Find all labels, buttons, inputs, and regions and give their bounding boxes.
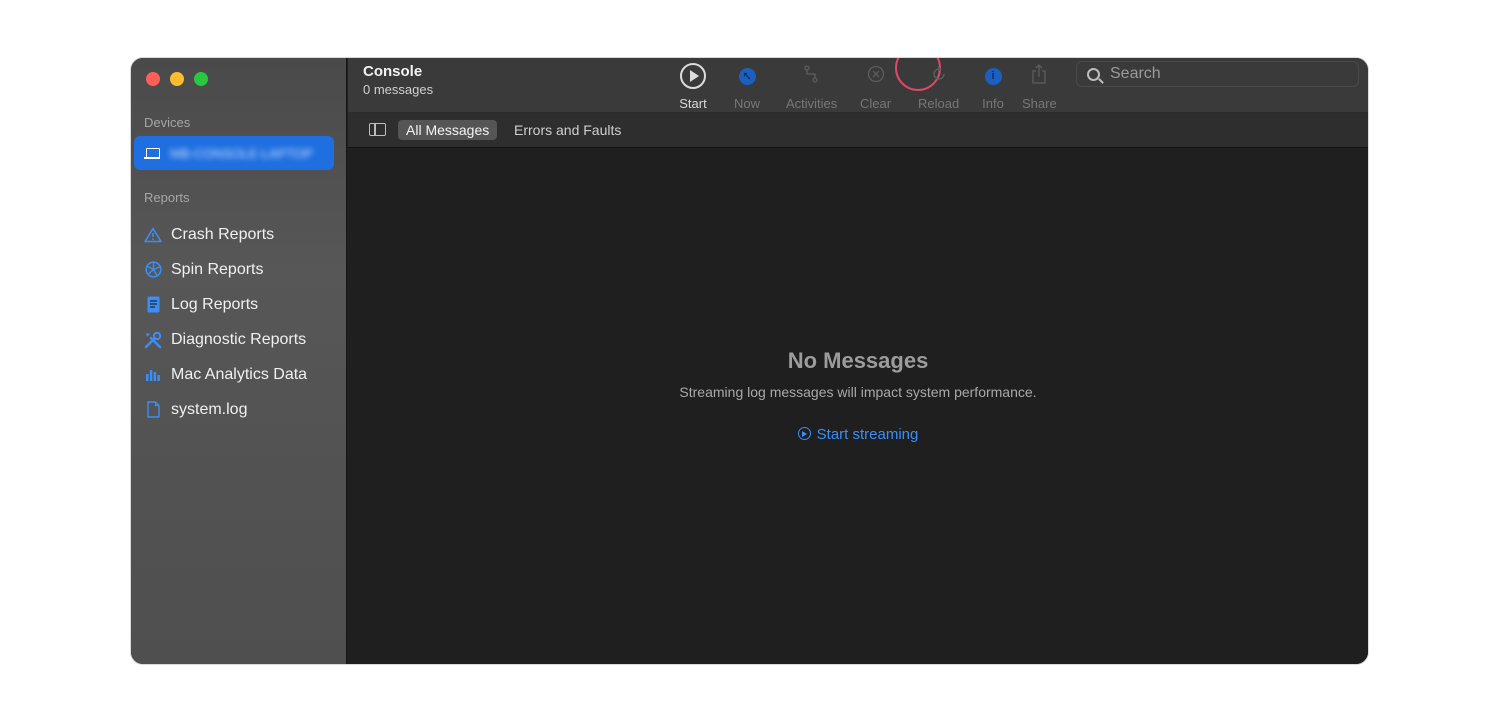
filter-bar: All Messages Errors and Faults [348, 113, 1368, 148]
document-icon [144, 401, 162, 419]
bar-chart-icon [144, 366, 162, 384]
search-input[interactable] [1110, 65, 1350, 83]
empty-state-title: No Messages [787, 348, 929, 373]
sidebar-item-mac-analytics-data[interactable]: Mac Analytics Data [144, 357, 307, 392]
play-circle-icon [680, 63, 706, 89]
activities-icon [803, 64, 820, 88]
clear-button[interactable]: Clear [860, 61, 891, 111]
sidebar-item-label: Diagnostic Reports [171, 330, 307, 348]
sidebar-toggle-icon[interactable] [369, 123, 386, 136]
reload-icon [930, 65, 948, 88]
share-button[interactable]: Share [1022, 61, 1057, 111]
play-circle-icon [797, 427, 811, 440]
search-icon [1087, 67, 1100, 81]
sidebar: Devices MB-CONSOLE-LAPTOP Reports Crash … [131, 58, 347, 664]
spinner-icon [144, 261, 162, 279]
info-button[interactable]: i Info [978, 61, 1008, 111]
sidebar-item-label: system.log [171, 400, 248, 418]
start-streaming-link[interactable]: Start streaming [348, 426, 1368, 443]
sidebar-item-crash-reports[interactable]: Crash Reports [144, 217, 307, 252]
tools-icon [144, 331, 162, 349]
clear-icon [867, 65, 885, 88]
message-count: 0 messages [363, 82, 434, 97]
sidebar-item-system-log[interactable]: system.log [144, 392, 307, 427]
warning-triangle-icon [144, 226, 162, 244]
sidebar-item-label: Mac Analytics Data [171, 365, 308, 383]
now-button[interactable]: ↖ Now [732, 61, 762, 111]
sidebar-item-device[interactable]: MB-CONSOLE-LAPTOP [134, 136, 334, 170]
search-field[interactable] [1076, 61, 1359, 87]
sidebar-item-label: Spin Reports [171, 260, 264, 278]
reports-section-title: Reports [144, 190, 190, 205]
laptop-icon [144, 147, 160, 159]
info-icon: i [984, 67, 1002, 85]
empty-state-subtitle: Streaming log messages will impact syste… [679, 384, 1037, 400]
now-icon: ↖ [738, 67, 756, 85]
window-controls [146, 72, 208, 86]
console-window: Devices MB-CONSOLE-LAPTOP Reports Crash … [131, 58, 1368, 664]
activities-button[interactable]: Activities [786, 61, 837, 111]
share-icon [1031, 63, 1047, 89]
sidebar-item-spin-reports[interactable]: Spin Reports [144, 252, 307, 287]
log-file-icon [144, 296, 162, 314]
minimize-window-button[interactable] [170, 72, 184, 86]
device-name: MB-CONSOLE-LAPTOP [170, 145, 313, 161]
reports-list: Crash Reports Spin Reports Log Reports D… [144, 217, 307, 427]
zoom-window-button[interactable] [194, 72, 208, 86]
close-window-button[interactable] [146, 72, 160, 86]
reload-button[interactable]: Reload [918, 61, 959, 111]
sidebar-item-log-reports[interactable]: Log Reports [144, 287, 307, 322]
sidebar-item-diagnostic-reports[interactable]: Diagnostic Reports [144, 322, 307, 357]
sidebar-item-label: Crash Reports [171, 225, 275, 243]
toolbar: Console 0 messages Start ↖ Now Activitie… [348, 58, 1368, 113]
app-title: Console [363, 63, 423, 80]
tab-all-messages[interactable]: All Messages [398, 120, 498, 140]
start-streaming-label: Start streaming [816, 426, 919, 443]
message-list: No Messages Streaming log messages will … [348, 149, 1368, 664]
tab-errors-and-faults[interactable]: Errors and Faults [506, 120, 629, 140]
start-button[interactable]: Start [678, 61, 708, 111]
devices-section-title: Devices [144, 115, 191, 130]
sidebar-item-label: Log Reports [171, 295, 259, 313]
